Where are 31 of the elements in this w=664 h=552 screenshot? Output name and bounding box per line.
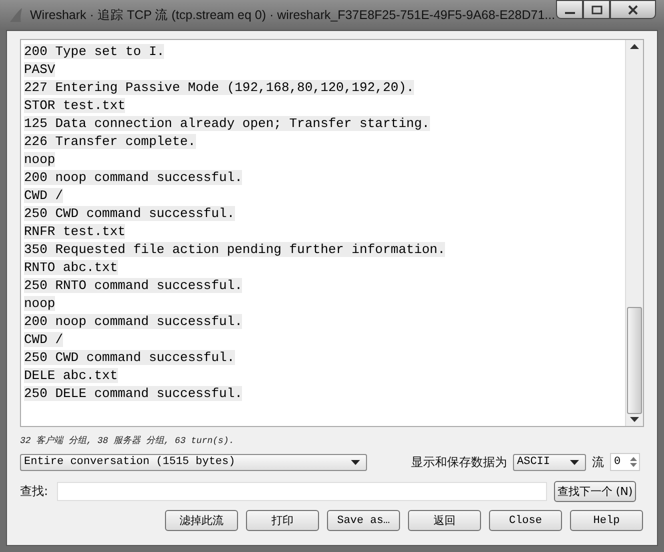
maximize-button[interactable] — [583, 0, 610, 19]
find-field[interactable] — [57, 482, 547, 501]
stream-label: 流 — [592, 454, 604, 470]
dialog-button[interactable]: Close — [489, 510, 562, 531]
find-label: 查找: — [20, 483, 50, 500]
fin-icon — [8, 7, 24, 23]
close-icon — [627, 4, 639, 14]
dropdown-arrow-icon — [351, 460, 360, 464]
format-dropdown[interactable]: ASCII — [513, 454, 586, 470]
spin-up-icon[interactable] — [630, 457, 637, 461]
status-text: 32 客户端 分组, 38 服务器 分组, 63 turn(s). — [20, 434, 236, 447]
close-button[interactable] — [610, 0, 656, 19]
minimize-button[interactable] — [556, 0, 583, 19]
scroll-up-icon[interactable] — [630, 44, 639, 50]
dialog-button[interactable]: Save as… — [327, 510, 400, 531]
stream-spinbox[interactable]: 0 — [610, 453, 640, 471]
dialog-button[interactable]: 滤掉此流 — [165, 510, 238, 531]
find-next-button[interactable]: 查找下一个 (N) — [554, 481, 636, 502]
format-label: 显示和保存数据为 — [411, 454, 507, 470]
minimize-icon — [564, 12, 574, 14]
maximize-icon — [590, 4, 602, 14]
stream-text-area[interactable] — [20, 39, 644, 427]
dialog-button[interactable]: 打印 — [246, 510, 319, 531]
scrollbar-thumb[interactable] — [627, 307, 642, 414]
conversation-dropdown[interactable]: Entire conversation (1515 bytes) — [20, 454, 367, 470]
dialog-button[interactable]: 返回 — [408, 510, 481, 531]
dialog-button[interactable]: Help — [570, 510, 643, 531]
scroll-down-icon[interactable] — [630, 416, 639, 422]
dropdown-arrow-icon — [570, 460, 579, 464]
scrollbar[interactable] — [625, 40, 643, 426]
spin-down-icon[interactable] — [630, 463, 637, 467]
